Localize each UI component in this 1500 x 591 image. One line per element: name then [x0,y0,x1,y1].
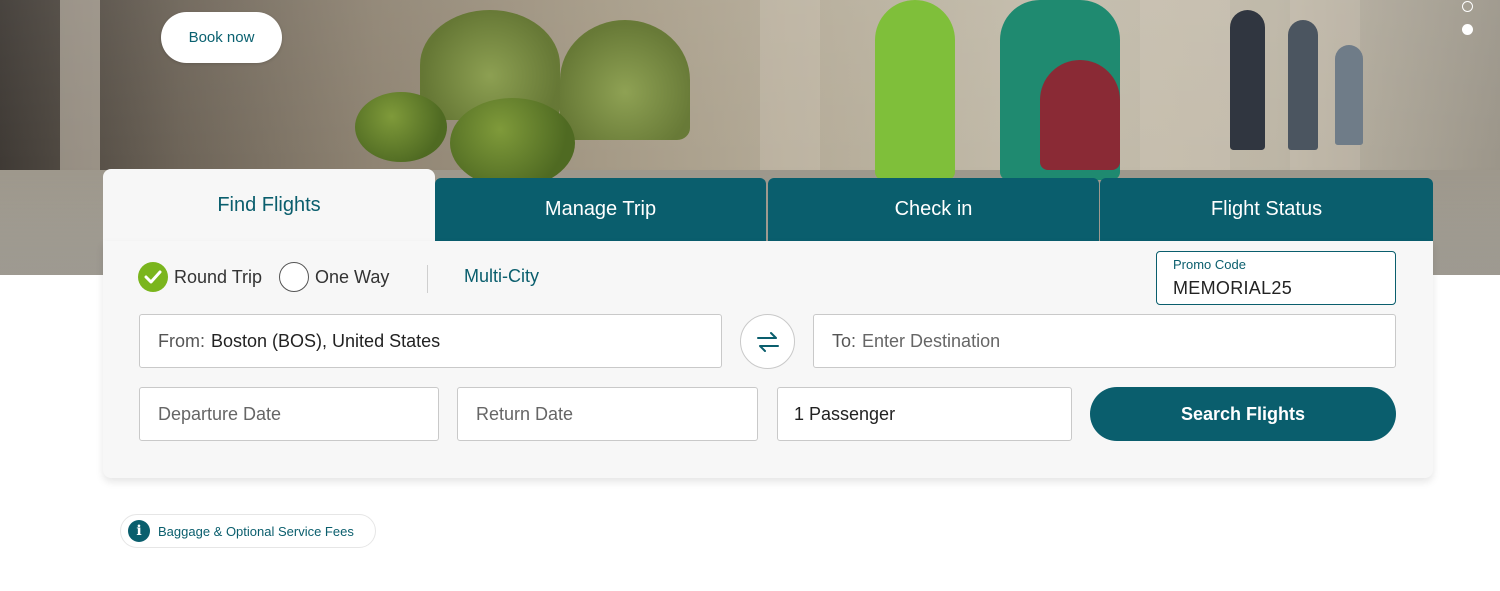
passenger-value: 1 Passenger [794,403,896,424]
swap-icon [756,331,779,352]
to-prefix: To: [832,330,857,351]
flight-booking-widget: Find Flights Manage Trip Check in Flight… [103,169,1433,478]
passenger-selector[interactable]: 1 Passenger [777,387,1072,441]
booking-tabs: Find Flights Manage Trip Check in Flight… [103,169,1433,241]
promo-code-input[interactable] [1173,276,1383,300]
one-way-label: One Way [315,266,390,287]
info-icon: i [128,520,150,542]
multi-city-link[interactable]: Multi-City [464,266,539,287]
carousel-dot-1[interactable] [1462,1,1473,12]
carousel-dot-2[interactable] [1462,24,1473,35]
from-value: Boston (BOS), United States [211,330,441,351]
tab-manage-trip[interactable]: Manage Trip [435,178,766,241]
search-flights-button[interactable]: Search Flights [1090,387,1396,441]
round-trip-option[interactable]: Round Trip [138,261,262,293]
from-field[interactable]: From: Boston (BOS), United States [139,314,722,368]
tab-flight-status[interactable]: Flight Status [1100,178,1433,241]
departure-date-field[interactable] [139,387,439,441]
return-date-field[interactable] [457,387,758,441]
radio-icon [279,262,309,292]
to-input[interactable] [862,330,1395,352]
departure-date-input[interactable] [158,403,438,425]
tab-find-flights[interactable]: Find Flights [103,169,435,241]
baggage-fees-label: Baggage & Optional Service Fees [158,523,354,539]
round-trip-label: Round Trip [174,266,263,287]
tab-check-in[interactable]: Check in [768,178,1099,241]
promo-code-label: Promo Code [1173,257,1246,272]
checkmark-icon [138,262,168,292]
trip-type-divider [427,265,428,293]
swap-button[interactable] [740,314,795,369]
from-prefix: From: [158,330,205,351]
one-way-option[interactable]: One Way [279,261,389,293]
promo-code-field[interactable]: Promo Code [1156,251,1396,305]
book-now-button[interactable]: Book now [161,12,282,63]
baggage-fees-link[interactable]: i Baggage & Optional Service Fees [120,514,376,548]
carousel-indicators [1462,0,1476,40]
to-field[interactable]: To: [813,314,1396,368]
return-date-input[interactable] [476,403,757,425]
